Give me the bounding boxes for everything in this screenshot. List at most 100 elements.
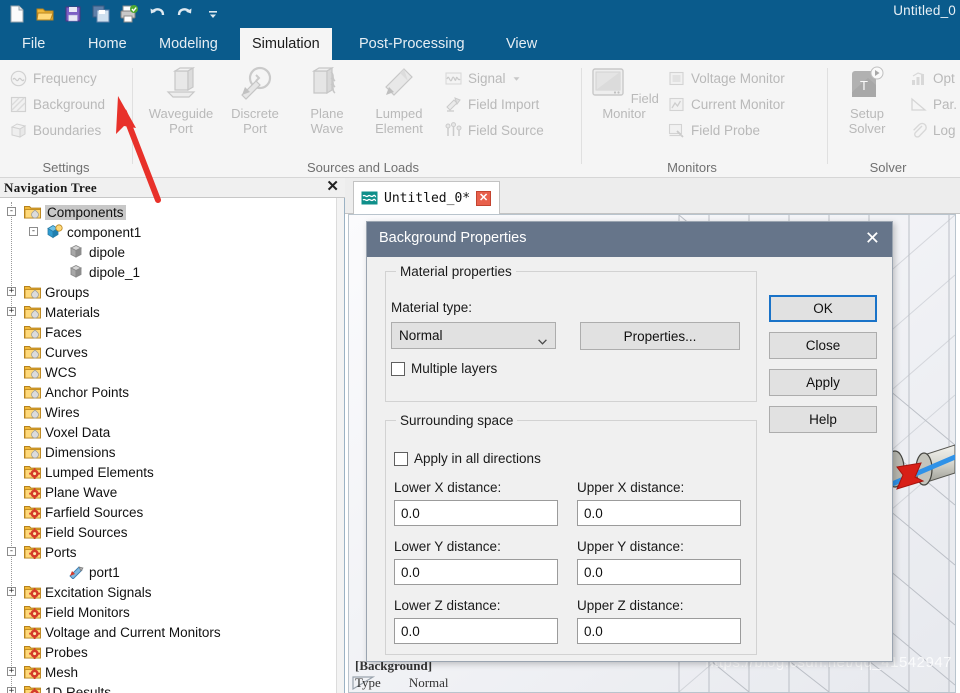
tree-item-groups[interactable]: + Groups — [0, 282, 337, 302]
tree-item-curves[interactable]: Curves — [0, 342, 337, 362]
plane-wave-icon — [308, 66, 346, 106]
close-icon[interactable]: ✕ — [326, 179, 339, 195]
tree-item-materials[interactable]: + Materials — [0, 302, 337, 322]
expand-icon[interactable]: + — [7, 667, 16, 676]
tree-item-voltage-and-current-monitors[interactable]: Voltage and Current Monitors — [0, 622, 337, 642]
ribbon-item-frequency[interactable]: Frequency — [10, 70, 97, 87]
tree-item-ports[interactable]: - Ports — [0, 542, 337, 562]
apply-button[interactable]: Apply — [769, 369, 877, 396]
solid-icon — [68, 264, 85, 279]
ribbon-item-boundaries[interactable]: Boundaries — [10, 122, 101, 139]
dialog-body: Material properties Material type: Norma… — [367, 257, 892, 661]
upper-x-input[interactable]: 0.0 — [577, 500, 741, 526]
ribbon-item-parameter-sweep[interactable]: Par. — [910, 96, 957, 113]
upper-x-label: Upper X distance: — [577, 480, 685, 495]
collapse-icon[interactable]: - — [29, 227, 38, 236]
tree-item-mesh[interactable]: + Mesh — [0, 662, 337, 682]
expand-icon[interactable]: + — [7, 287, 16, 296]
tree-item-1d-results[interactable]: +1D Results — [0, 682, 337, 693]
tab-post-processing[interactable]: Post-Processing — [347, 28, 477, 60]
lower-z-input[interactable]: 0.0 — [394, 618, 558, 644]
tree-item-field-sources[interactable]: Field Sources — [0, 522, 337, 542]
ribbon-item-logfile[interactable]: Log — [910, 122, 956, 139]
open-icon[interactable] — [32, 2, 58, 26]
ribbon-item-optimizer[interactable]: Opt — [910, 70, 955, 87]
navigation-scrollbar[interactable] — [336, 198, 344, 693]
ribbon-item-field-probe[interactable]: Field Probe — [668, 122, 760, 139]
tree-item-components[interactable]: - Components — [0, 202, 337, 222]
tree-item-component1[interactable]: - component1 — [0, 222, 337, 242]
upper-y-input[interactable]: 0.0 — [577, 559, 741, 585]
ribbon-item-discrete-port[interactable]: Discrete Port — [219, 65, 291, 136]
ribbon-item-background[interactable]: Background — [10, 96, 105, 113]
tree-item-lumped-elements[interactable]: Lumped Elements — [0, 462, 337, 482]
tree-item-probes[interactable]: Probes — [0, 642, 337, 662]
navigation-tree-header: Navigation Tree ✕ — [0, 178, 345, 198]
save-copy-icon[interactable] — [88, 2, 114, 26]
tab-view[interactable]: View — [494, 28, 549, 60]
close-icon[interactable]: ✕ — [865, 228, 880, 248]
customize-toolbar-icon[interactable] — [200, 2, 226, 26]
tree-item-dipole-1[interactable]: dipole_1 — [0, 262, 337, 282]
multiple-layers-checkbox[interactable]: Multiple layers — [391, 361, 497, 376]
properties-button[interactable]: Properties... — [580, 322, 740, 350]
navigation-tree[interactable]: - Components - component1 dipole dipole_1 + Gro… — [0, 198, 337, 693]
save-icon[interactable] — [60, 2, 86, 26]
tree-item-field-monitors[interactable]: Field Monitors — [0, 602, 337, 622]
new-icon[interactable] — [4, 2, 30, 26]
ribbon-item-signal[interactable]: Signal — [445, 70, 521, 87]
frequency-icon — [10, 70, 27, 87]
tree-item-voxel-data[interactable]: Voxel Data — [0, 422, 337, 442]
print-preview-icon[interactable] — [116, 2, 142, 26]
tree-item-excitation-signals[interactable]: + Excitation Signals — [0, 582, 337, 602]
document-tab[interactable]: Untitled_0* ✕ — [353, 181, 501, 214]
tree-item-plane-wave[interactable]: Plane Wave — [0, 482, 337, 502]
ribbon-item-field-import[interactable]: Field Import — [445, 96, 539, 113]
tab-home[interactable]: Home — [76, 28, 139, 60]
tree-item-port1[interactable]: port1 — [0, 562, 337, 582]
redo-icon[interactable] — [172, 2, 198, 26]
ribbon-item-waveguide-port[interactable]: Waveguide Port — [145, 65, 217, 136]
ribbon-item-plane-wave[interactable]: Plane Wave — [291, 65, 363, 136]
collapse-icon[interactable]: - — [7, 207, 16, 216]
tree-item-dipole[interactable]: dipole — [0, 242, 337, 262]
tab-simulation[interactable]: Simulation — [240, 28, 332, 60]
lower-y-input[interactable]: 0.0 — [394, 559, 558, 585]
checkbox-box — [391, 361, 405, 376]
ribbon-item-lumped-element[interactable]: Lumped Element — [363, 65, 435, 136]
tree-item-faces[interactable]: Faces — [0, 322, 337, 342]
voltage-monitor-icon — [668, 70, 685, 87]
material-type-value: Normal — [399, 328, 443, 343]
ribbon-item-label-bottom: Monitor — [602, 106, 646, 121]
material-type-select[interactable]: Normal — [391, 322, 556, 349]
ribbon-item-current-monitor[interactable]: Current Monitor — [668, 96, 785, 113]
help-button[interactable]: Help — [769, 406, 877, 433]
navigation-tree-title: Navigation Tree — [4, 180, 97, 195]
tree-item-wires[interactable]: Wires — [0, 402, 337, 422]
tree-item-wcs[interactable]: WCS — [0, 362, 337, 382]
expand-icon[interactable]: + — [7, 587, 16, 596]
close-icon[interactable]: ✕ — [476, 190, 492, 206]
expand-icon[interactable]: + — [7, 687, 16, 693]
ok-button[interactable]: OK — [769, 295, 877, 322]
lumped-element-icon — [380, 68, 418, 106]
undo-icon[interactable] — [144, 2, 170, 26]
expand-icon[interactable]: + — [7, 307, 16, 316]
tab-file[interactable]: File — [10, 28, 57, 60]
collapse-icon[interactable]: - — [7, 547, 16, 556]
ribbon-item-label-bottom: Port — [243, 121, 267, 136]
ribbon-item-setup-solver[interactable]: T Setup Solver — [831, 65, 903, 136]
ribbon-item-field-monitor[interactable]: Field Monitor — [588, 65, 660, 121]
tree-item-farfield-sources[interactable]: Farfield Sources — [0, 502, 337, 522]
tree-item-dimensions[interactable]: Dimensions — [0, 442, 337, 462]
ribbon-item-label-top: Setup — [850, 106, 884, 121]
ribbon-item-voltage-monitor[interactable]: Voltage Monitor — [668, 70, 785, 87]
tree-item-anchor-points[interactable]: Anchor Points — [0, 382, 337, 402]
ribbon-item-field-source[interactable]: Field Source — [445, 122, 544, 139]
lower-x-input[interactable]: 0.0 — [394, 500, 558, 526]
upper-z-input[interactable]: 0.0 — [577, 618, 741, 644]
close-button[interactable]: Close — [769, 332, 877, 359]
tab-modeling[interactable]: Modeling — [147, 28, 230, 60]
apply-all-directions-checkbox[interactable]: Apply in all directions — [394, 451, 541, 466]
chevron-down-icon[interactable] — [512, 71, 521, 86]
